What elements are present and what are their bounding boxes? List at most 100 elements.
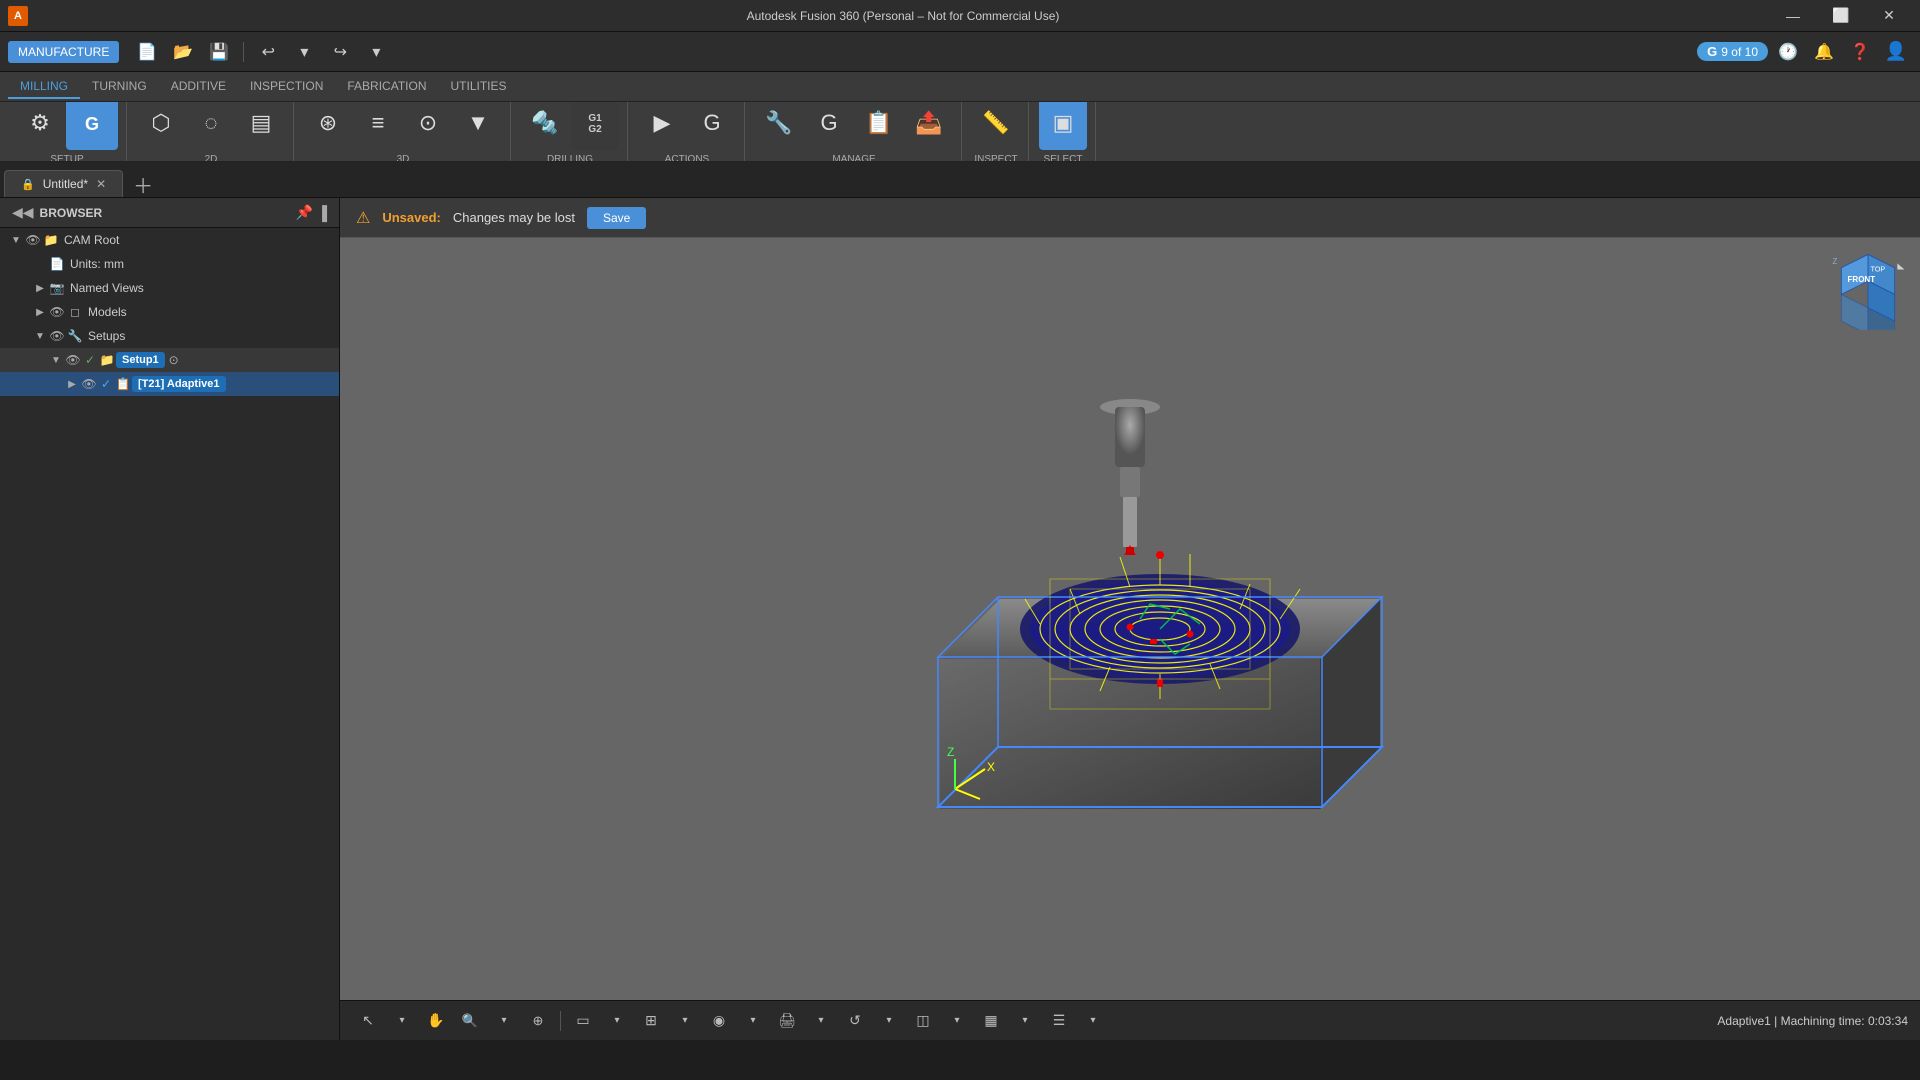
dropdown-print[interactable]: ▾ [805,1007,837,1035]
clock-button[interactable]: 🕐 [1772,38,1804,66]
sidebar: ◀◀ BROWSER 📌 ▐ ▼ 👁 📁 CAM Root 📄 Units: m… [0,198,340,1040]
eye-models[interactable]: 👁 [48,303,66,321]
zoom-tool-btn[interactable]: 🔍 [454,1007,486,1035]
version-counter: G 9 of 10 [1697,42,1768,61]
main-area: ◀◀ BROWSER 📌 ▐ ▼ 👁 📁 CAM Root 📄 Units: m… [0,198,1920,1040]
profile-button[interactable]: 👤 [1880,38,1912,66]
2d-pocket-btn[interactable]: ⬡ [137,102,185,150]
redo-dropdown[interactable]: ▾ [360,38,392,66]
inspect-measure-btn[interactable]: 📏 [972,102,1020,150]
expand-setup1[interactable]: ▼ [48,352,64,368]
tree-item-cam-root[interactable]: ▼ 👁 📁 CAM Root [0,228,339,252]
open-button[interactable]: 📂 [167,38,199,66]
panel-btn[interactable]: ▦ [975,1007,1007,1035]
print-btn[interactable]: 🖨 [771,1007,803,1035]
2d-contour-btn[interactable]: ◌ [187,102,235,150]
window-controls: — ⬜ ✕ [1770,0,1912,32]
expand-setups[interactable]: ▼ [32,328,48,344]
expand-adaptive1[interactable]: ▶ [64,376,80,392]
setup-main-btn[interactable]: ⚙ [16,102,64,150]
g-action-btn[interactable]: G [66,102,118,150]
tree-item-setups[interactable]: ▼ 👁 🔧 Setups [0,324,339,348]
close-button[interactable]: ✕ [1866,0,1912,32]
unsaved-message: Changes may be lost [453,210,575,225]
view-cube[interactable]: FRONT TOP Z [1828,250,1908,330]
canvas-area[interactable]: Z X [340,238,1920,1000]
fit-view-btn[interactable]: ⊕ [522,1007,554,1035]
save-file-button[interactable]: Save [587,207,646,229]
tab-additive[interactable]: ADDITIVE [159,75,238,99]
tree-item-adaptive1[interactable]: ▶ 👁 ✓ 📋 [T21] Adaptive1 [0,372,339,396]
ribbon-group-inspect: 📏 INSPECT [964,102,1029,161]
tree-item-setup1[interactable]: ▼ 👁 ✓ 📁 Setup1 ⊙ [0,348,339,372]
3d-scallop-btn[interactable]: ⊙ [404,102,452,150]
tree-item-units[interactable]: 📄 Units: mm [0,252,339,276]
manage-copy-btn[interactable]: 📋 [855,102,903,150]
manage-g-btn[interactable]: G [805,102,853,150]
dropdown-split[interactable]: ▾ [941,1007,973,1035]
dropdown-grid[interactable]: ▾ [669,1007,701,1035]
drill-btn[interactable]: 🔩 [521,102,569,150]
toolbar-top: MANUFACTURE 📄 📂 💾 ↩ ▾ ↪ ▾ G 9 of 10 🕐 🔔 … [0,32,1920,72]
maximize-button[interactable]: ⬜ [1818,0,1864,32]
svg-text:Z: Z [947,745,954,759]
3d-more-btn[interactable]: ▼ [454,102,502,150]
dropdown-zoom[interactable]: ▾ [488,1007,520,1035]
ribbon-content: ⚙ G SETUP ⬡ ◌ ▤ 2D ⊛ ≡ ⊙ ▼ 3D [0,102,1920,161]
browser-expand-button[interactable]: ▐ [317,204,327,221]
eye-setup1[interactable]: 👁 [64,351,82,369]
warning-icon: ⚠ [356,208,370,228]
browser-pin-button[interactable]: 📌 [296,204,313,221]
expand-cam-root[interactable]: ▼ [8,232,24,248]
manage-post-btn[interactable]: 📤 [905,102,953,150]
dropdown-refresh[interactable]: ▾ [873,1007,905,1035]
display-mode-btn[interactable]: ▭ [567,1007,599,1035]
dropdown-snap[interactable]: ▾ [737,1007,769,1035]
collapse-browser-button[interactable]: ◀◀ [12,204,34,221]
doc-tab-untitled[interactable]: 🔒 Untitled* ✕ [4,170,123,197]
pan-tool-btn[interactable]: ✋ [420,1007,452,1035]
tab-fabrication[interactable]: FABRICATION [335,75,438,99]
tree-item-named-views[interactable]: ▶ 📷 Named Views [0,276,339,300]
3d-adaptive-btn[interactable]: ⊛ [304,102,352,150]
dropdown-display[interactable]: ▾ [601,1007,633,1035]
manage-tool-btn[interactable]: 🔧 [755,102,803,150]
eye-adaptive1[interactable]: 👁 [80,375,98,393]
dropdown-more[interactable]: ▾ [1077,1007,1109,1035]
app-icon: A [8,6,28,26]
g1g2-btn[interactable]: G1G2 [571,102,619,150]
doc-tab-close[interactable]: ✕ [96,177,106,191]
more-tools-btn[interactable]: ☰ [1043,1007,1075,1035]
redo-button[interactable]: ↪ [324,38,356,66]
select-btn[interactable]: ▣ [1039,102,1087,150]
eye-setups[interactable]: 👁 [48,327,66,345]
3d-parallel-btn[interactable]: ≡ [354,102,402,150]
2d-face-btn[interactable]: ▤ [237,102,285,150]
minimize-button[interactable]: — [1770,0,1816,32]
dropdown-cursor[interactable]: ▾ [386,1007,418,1035]
eye-cam-root[interactable]: 👁 [24,231,42,249]
new-file-button[interactable]: 📄 [131,38,163,66]
help-button[interactable]: ❓ [1844,38,1876,66]
tab-inspection[interactable]: INSPECTION [238,75,335,99]
actions-g-btn[interactable]: G [688,102,736,150]
new-tab-button[interactable]: ＋ [125,177,161,197]
notifications-button[interactable]: 🔔 [1808,38,1840,66]
simulate-btn[interactable]: ▶ [638,102,686,150]
dropdown-panel[interactable]: ▾ [1009,1007,1041,1035]
refresh-btn[interactable]: ↺ [839,1007,871,1035]
tab-utilities[interactable]: UTILITIES [439,75,519,99]
undo-button[interactable]: ↩ [252,38,284,66]
snap-btn[interactable]: ◉ [703,1007,735,1035]
save-button[interactable]: 💾 [203,38,235,66]
expand-named-views[interactable]: ▶ [32,280,48,296]
split-view-btn[interactable]: ◫ [907,1007,939,1035]
cursor-tool-btn[interactable]: ↖ [352,1007,384,1035]
expand-models[interactable]: ▶ [32,304,48,320]
grid-btn[interactable]: ⊞ [635,1007,667,1035]
tab-turning[interactable]: TURNING [80,75,159,99]
undo-dropdown[interactable]: ▾ [288,38,320,66]
tab-milling[interactable]: MILLING [8,75,80,99]
tree-item-models[interactable]: ▶ 👁 ◻ Models [0,300,339,324]
manufacture-dropdown[interactable]: MANUFACTURE [8,41,119,63]
